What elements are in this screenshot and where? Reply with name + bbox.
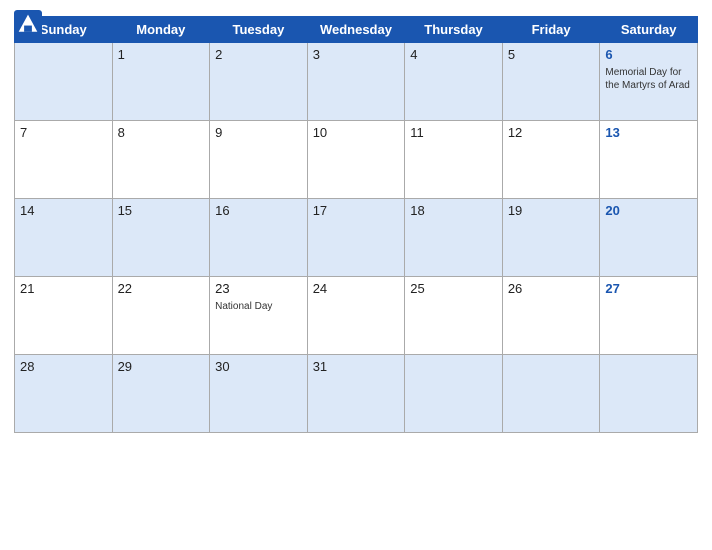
calendar-cell: 23 National Day	[210, 277, 308, 355]
week-row-0: 1 2 3 4 5 6 Memorial Day for the Martyrs of Ar…	[15, 43, 698, 121]
calendar-cell: 3	[307, 43, 405, 121]
calendar-cell: 14	[15, 199, 113, 277]
day-number: 17	[313, 203, 327, 218]
day-number: 12	[508, 125, 522, 140]
week-row-3: 21 22 23 National Day 24 25 26 27	[15, 277, 698, 355]
day-number: 28	[20, 359, 34, 374]
day-number: 20	[605, 203, 619, 218]
calendar-cell: 9	[210, 121, 308, 199]
day-number: 5	[508, 47, 515, 62]
day-number: 25	[410, 281, 424, 296]
day-number: 31	[313, 359, 327, 374]
calendar-cell: 27	[600, 277, 698, 355]
day-number: 18	[410, 203, 424, 218]
day-number: 10	[313, 125, 327, 140]
calendar-cell: 30	[210, 355, 308, 433]
calendar-container: SundayMondayTuesdayWednesdayThursdayFrid…	[0, 0, 712, 550]
calendar-cell: 7	[15, 121, 113, 199]
calendar-cell: 20	[600, 199, 698, 277]
weekday-header-saturday: Saturday	[600, 17, 698, 43]
week-row-1: 7 8 9 10 11 12 13	[15, 121, 698, 199]
day-number: 6	[605, 47, 612, 62]
calendar-cell: 21	[15, 277, 113, 355]
day-number: 23	[215, 281, 229, 296]
calendar-cell: 4	[405, 43, 503, 121]
calendar-cell: 28	[15, 355, 113, 433]
week-row-4: 28 29 30 31	[15, 355, 698, 433]
holiday-text: National Day	[215, 300, 302, 313]
calendar-cell	[405, 355, 503, 433]
day-number: 26	[508, 281, 522, 296]
calendar-cell: 11	[405, 121, 503, 199]
calendar-cell: 12	[502, 121, 600, 199]
calendar-cell: 13	[600, 121, 698, 199]
weekday-header-thursday: Thursday	[405, 17, 503, 43]
day-number: 27	[605, 281, 619, 296]
day-number: 19	[508, 203, 522, 218]
day-number: 2	[215, 47, 222, 62]
day-number: 14	[20, 203, 34, 218]
weekday-header-row: SundayMondayTuesdayWednesdayThursdayFrid…	[15, 17, 698, 43]
day-number: 29	[118, 359, 132, 374]
calendar-cell: 24	[307, 277, 405, 355]
day-number: 13	[605, 125, 619, 140]
day-number: 15	[118, 203, 132, 218]
calendar-cell	[600, 355, 698, 433]
day-number: 24	[313, 281, 327, 296]
week-row-2: 14 15 16 17 18 19 20	[15, 199, 698, 277]
calendar-cell	[15, 43, 113, 121]
day-number: 22	[118, 281, 132, 296]
generalblue-logo-icon	[14, 10, 42, 38]
calendar-cell: 19	[502, 199, 600, 277]
calendar-cell: 22	[112, 277, 210, 355]
day-number: 4	[410, 47, 417, 62]
weekday-header-wednesday: Wednesday	[307, 17, 405, 43]
calendar-cell: 5	[502, 43, 600, 121]
day-number: 8	[118, 125, 125, 140]
holiday-text: Memorial Day for the Martyrs of Arad	[605, 66, 692, 92]
calendar-cell: 29	[112, 355, 210, 433]
calendar-cell: 16	[210, 199, 308, 277]
calendar-cell: 25	[405, 277, 503, 355]
day-number: 1	[118, 47, 125, 62]
calendar-cell	[502, 355, 600, 433]
weekday-header-monday: Monday	[112, 17, 210, 43]
calendar-cell: 8	[112, 121, 210, 199]
day-number: 3	[313, 47, 320, 62]
logo-area	[14, 10, 46, 38]
calendar-cell: 1	[112, 43, 210, 121]
calendar-cell: 15	[112, 199, 210, 277]
calendar-table: SundayMondayTuesdayWednesdayThursdayFrid…	[14, 16, 698, 433]
calendar-cell: 2	[210, 43, 308, 121]
day-number: 11	[410, 125, 424, 140]
day-number: 21	[20, 281, 34, 296]
calendar-cell: 17	[307, 199, 405, 277]
calendar-cell: 6 Memorial Day for the Martyrs of Arad	[600, 43, 698, 121]
weekday-header-tuesday: Tuesday	[210, 17, 308, 43]
day-number: 9	[215, 125, 222, 140]
day-number: 16	[215, 203, 229, 218]
calendar-cell: 18	[405, 199, 503, 277]
calendar-cell: 26	[502, 277, 600, 355]
day-number: 30	[215, 359, 229, 374]
calendar-cell: 31	[307, 355, 405, 433]
weekday-header-friday: Friday	[502, 17, 600, 43]
day-number: 7	[20, 125, 27, 140]
calendar-cell: 10	[307, 121, 405, 199]
